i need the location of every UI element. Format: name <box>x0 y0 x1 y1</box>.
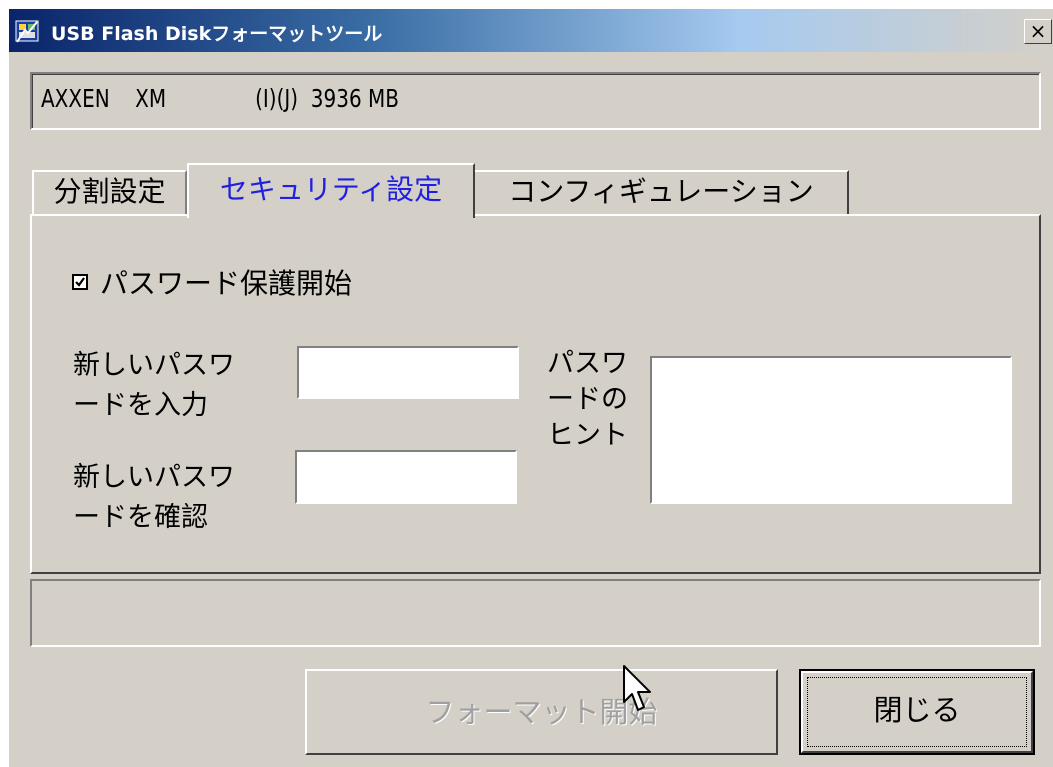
title-bar[interactable]: USB Flash Diskフォーマットツール × <box>9 9 1053 52</box>
confirm-password-label: 新しいパスワ ードを確認 <box>73 462 235 533</box>
usb-tool-app-icon <box>15 20 39 43</box>
format-tool-window: USB Flash Diskフォーマットツール × AXXEN XM (I)(J… <box>8 8 1053 767</box>
new-password-label: 新しいパスワ ードを入力 <box>73 350 235 421</box>
tab-label: セキュリティ設定 <box>219 173 443 206</box>
mouse-pointer-icon <box>623 665 651 711</box>
tab-label: 分割設定 <box>53 175 166 208</box>
enable-password-checkbox[interactable] <box>72 274 88 290</box>
close-window-button[interactable]: × <box>1024 19 1052 44</box>
enable-password-label: パスワード保護開始 <box>100 267 353 300</box>
new-password-input[interactable] <box>297 346 519 399</box>
device-info-box: AXXEN XM (I)(J) 3936 MB <box>30 72 1041 130</box>
enable-password-protection-row[interactable]: パスワード保護開始 <box>72 266 352 300</box>
confirm-password-input[interactable] <box>295 450 517 504</box>
close-icon: × <box>1029 19 1047 43</box>
device-info-text: AXXEN XM (I)(J) 3936 MB <box>41 84 400 113</box>
status-bar <box>30 579 1041 647</box>
tab-partition-settings[interactable]: 分割設定 <box>32 170 187 214</box>
password-hint-label: パスワ ードの ヒント <box>547 348 628 451</box>
tab-security-settings[interactable]: セキュリティ設定 <box>187 163 475 218</box>
window-title: USB Flash Diskフォーマットツール <box>51 23 383 45</box>
close-button-label: 閉じる <box>873 693 961 727</box>
checkmark-icon <box>75 277 85 287</box>
close-button[interactable]: 閉じる <box>799 669 1035 755</box>
password-hint-textarea[interactable] <box>650 356 1012 504</box>
security-settings-panel: パスワード保護開始 新しいパスワ ードを入力 新しいパスワ ードを確認 パスワ … <box>30 214 1041 574</box>
tab-configuration[interactable]: コンフィギュレーション <box>475 170 849 214</box>
start-format-button[interactable]: フォーマット開始 <box>305 669 778 755</box>
tab-label: コンフィギュレーション <box>508 175 814 208</box>
